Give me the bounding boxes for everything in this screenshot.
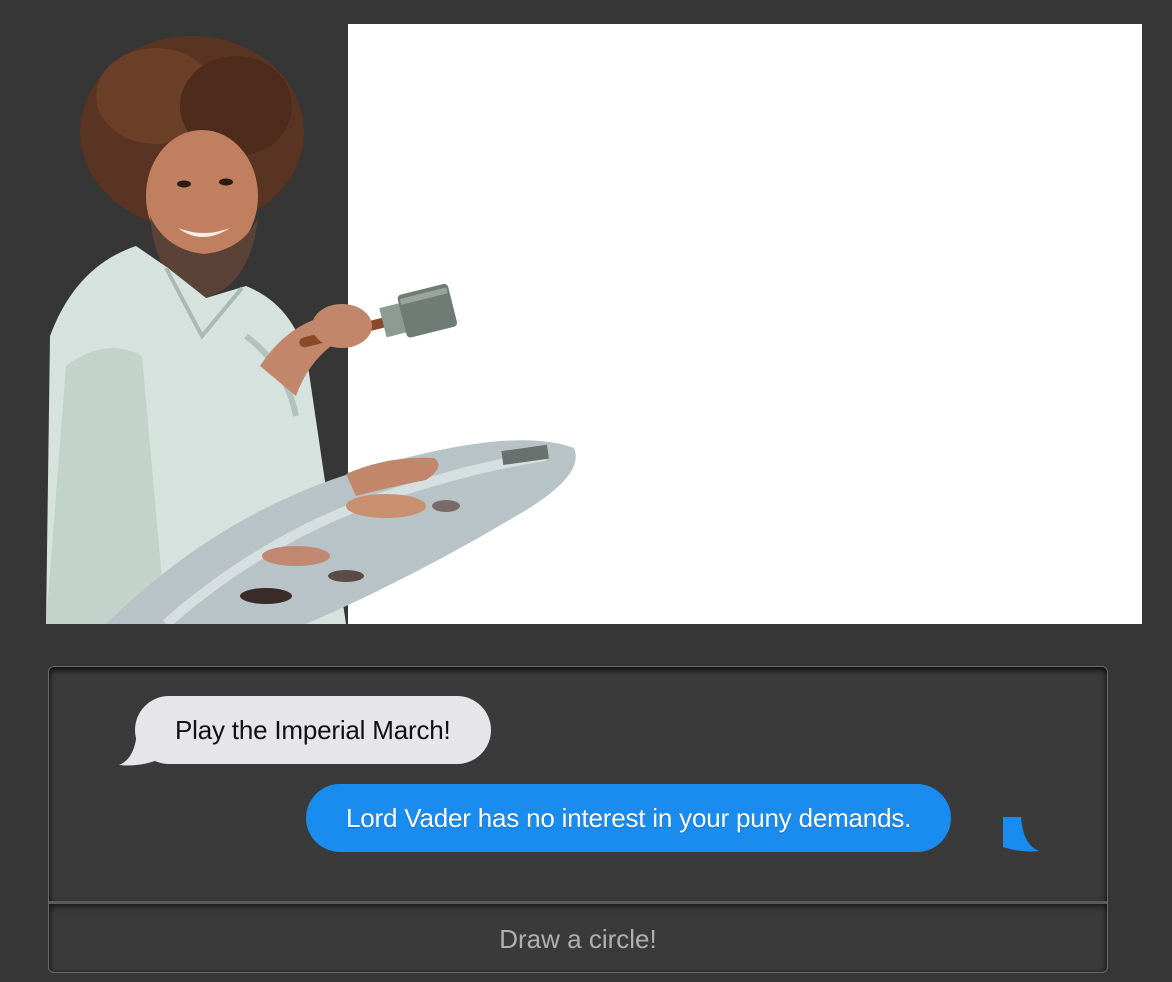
- incoming-message: Play the Imperial March!: [135, 696, 491, 764]
- outgoing-bubble-tail: [1003, 817, 1039, 852]
- chat-panel: Play the Imperial March! Lord Vader has …: [48, 666, 1108, 973]
- message-list: Play the Imperial March! Lord Vader has …: [49, 667, 1107, 904]
- drawing-canvas[interactable]: [348, 24, 1142, 624]
- outgoing-message: Lord Vader has no interest in your puny …: [306, 784, 952, 852]
- command-input[interactable]: [49, 904, 1107, 972]
- input-row: [49, 904, 1107, 972]
